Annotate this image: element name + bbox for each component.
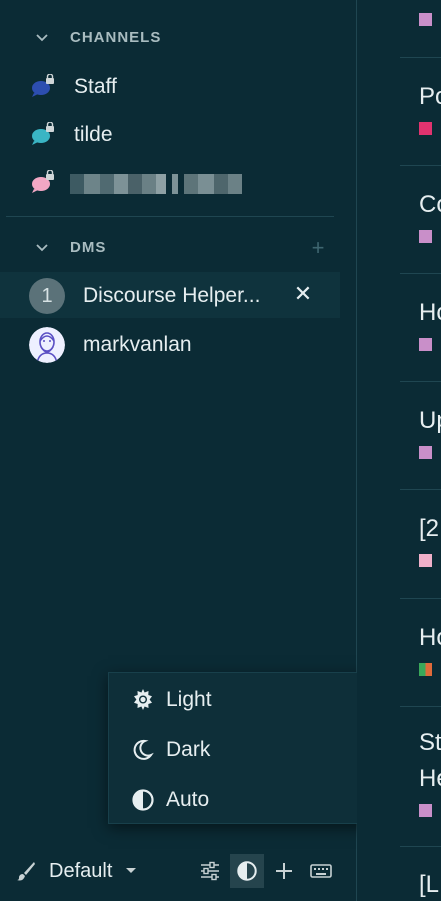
theme-selector-label[interactable]: Default <box>49 860 112 883</box>
paintbrush-icon <box>17 862 35 881</box>
dms-section-header[interactable]: DMS + <box>0 230 357 266</box>
topic-item[interactable]: Po <box>357 58 441 166</box>
dms-section-title: DMS <box>70 239 107 256</box>
filter-settings-button[interactable] <box>193 854 227 888</box>
category-badge <box>419 554 432 567</box>
sidebar-footer: Default <box>0 850 357 892</box>
plus-icon <box>276 863 292 879</box>
topic-title: [L <box>419 871 440 898</box>
dm-label: Discourse Helper... <box>83 284 261 307</box>
topic-item[interactable]: Ho <box>357 274 441 382</box>
theme-option-auto[interactable]: Auto <box>109 776 386 820</box>
category-badge <box>419 446 432 459</box>
sun-icon <box>134 689 152 710</box>
topic-item[interactable]: St He <box>357 707 441 846</box>
channel-label: Staff <box>74 75 117 98</box>
add-dm-button[interactable]: + <box>308 237 328 259</box>
chevron-down-icon <box>36 34 48 42</box>
theme-option-label: Light <box>166 688 212 711</box>
caret-down-icon[interactable] <box>124 866 138 876</box>
theme-menu: Light Dark Auto <box>108 672 385 824</box>
channel-label: tilde <box>74 123 113 146</box>
theme-option-dark[interactable]: Dark <box>109 726 386 770</box>
moon-icon <box>133 739 154 760</box>
channel-item-obscured[interactable] <box>0 160 340 204</box>
add-button[interactable] <box>267 854 301 888</box>
topic-item[interactable]: [2 <box>357 490 441 598</box>
theme-option-light[interactable]: Light <box>109 676 386 720</box>
category-badge <box>419 663 432 676</box>
chat-bubble-lock-icon <box>32 170 54 193</box>
theme-toggle-button[interactable] <box>230 854 264 888</box>
channels-section-header[interactable]: CHANNELS <box>0 20 357 56</box>
keyboard-icon <box>310 864 332 878</box>
dm-label: markvanlan <box>83 333 192 356</box>
dm-item-markvanlan[interactable]: markvanlan <box>0 321 340 367</box>
dm-item-discourse-helper[interactable]: 1 Discourse Helper... ✕ <box>0 272 340 318</box>
topic-list: Po Co Ho Up [2 Ho St He [L <box>357 0 441 901</box>
user-avatar <box>29 327 65 363</box>
category-badge <box>419 804 432 817</box>
topic-title: Co <box>419 191 441 218</box>
filter-settings-icon <box>201 861 219 881</box>
chevron-down-icon <box>36 244 48 252</box>
topic-item[interactable]: Co <box>357 166 441 274</box>
unread-count-badge: 1 <box>29 278 65 314</box>
chat-bubble-lock-icon <box>32 122 54 145</box>
theme-option-label: Auto <box>166 788 210 811</box>
close-icon[interactable]: ✕ <box>293 283 313 305</box>
topic-item[interactable]: Up <box>357 382 441 490</box>
topic-item[interactable]: [L <box>357 847 441 901</box>
chat-bubble-lock-icon <box>32 74 54 97</box>
section-divider <box>6 216 334 217</box>
topic-item[interactable]: Ho <box>357 599 441 707</box>
theme-option-label: Dark <box>166 738 211 761</box>
obscured-channel-name <box>70 174 242 194</box>
topic-title: Po <box>419 83 441 110</box>
half-circle-icon <box>132 789 154 811</box>
theme-toggle-icon <box>237 861 257 881</box>
channels-section-title: CHANNELS <box>70 29 162 46</box>
topic-title: Ho <box>419 299 441 326</box>
category-badge <box>419 13 432 26</box>
topic-title: Ho <box>419 624 441 651</box>
topic-title: Up <box>419 407 441 434</box>
topic-title: St <box>419 729 441 756</box>
sidebar: CHANNELS Staff tilde DMS + 1 Discourse H… <box>0 0 385 901</box>
topic-title-line2: He <box>419 765 441 792</box>
category-badge <box>419 122 432 135</box>
channel-item-tilde[interactable]: tilde <box>0 112 340 156</box>
topic-title: [2 <box>419 515 440 542</box>
topic-item[interactable] <box>357 0 441 57</box>
category-badge <box>419 338 432 351</box>
channel-item-staff[interactable]: Staff <box>0 64 340 108</box>
keyboard-shortcuts-button[interactable] <box>304 854 338 888</box>
category-badge <box>419 230 432 243</box>
